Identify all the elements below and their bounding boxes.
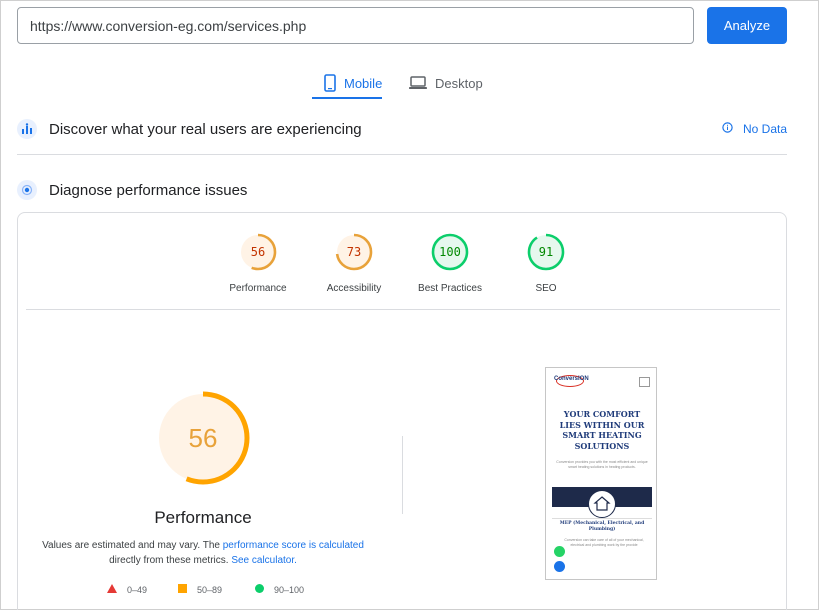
main-performance-score: 56	[188, 422, 218, 453]
circle-icon	[255, 584, 264, 595]
info-icon	[722, 122, 733, 136]
performance-score-link[interactable]: performance score is calculated	[223, 540, 364, 551]
best-practices-gauge[interactable]: 100	[430, 232, 470, 272]
tab-desktop-label: Desktop	[435, 75, 483, 91]
seo-gauge-label: SEO	[535, 283, 557, 294]
url-input[interactable]	[17, 7, 694, 44]
accessibility-gauge-label: Accessibility	[326, 283, 382, 294]
hamburger-menu-icon	[639, 377, 650, 387]
best-practices-score: 100	[439, 245, 461, 259]
discover-section-header: Discover what your real users are experi…	[17, 119, 362, 139]
performance-gauge[interactable]: 56	[238, 232, 278, 272]
triangle-icon	[107, 584, 117, 595]
tab-mobile[interactable]: Mobile	[324, 68, 382, 98]
section-divider	[17, 154, 787, 155]
no-data-status[interactable]: No Data	[722, 122, 787, 136]
mobile-icon	[324, 74, 336, 92]
thumbnail-house-icon	[588, 490, 616, 518]
discover-title: Discover what your real users are experi…	[49, 120, 362, 138]
legend-range-average: 50–89	[197, 584, 223, 595]
analyze-button[interactable]: Analyze	[707, 7, 787, 44]
page-screenshot-thumbnail: ConversION YOUR COMFORT LIES WITHIN OUR …	[545, 367, 657, 580]
square-icon	[178, 584, 187, 595]
main-performance-label: Performance	[154, 508, 252, 527]
tab-desktop[interactable]: Desktop	[409, 68, 483, 98]
desktop-icon	[409, 76, 427, 90]
legend-range-poor: 0–49	[127, 584, 148, 595]
seo-gauge[interactable]: 91	[526, 232, 566, 272]
performance-gauge-label: Performance	[229, 283, 287, 294]
accessibility-gauge[interactable]: 73	[334, 232, 374, 272]
whatsapp-icon	[554, 546, 565, 557]
no-data-label: No Data	[743, 122, 788, 136]
legend-range-good: 90–100	[274, 584, 305, 595]
tab-mobile-label: Mobile	[344, 75, 383, 91]
card-divider	[26, 309, 780, 310]
note-text-before: Values are estimated and may vary. The	[42, 540, 223, 551]
see-calculator-link[interactable]: See calculator.	[231, 555, 297, 566]
thumbnail-logo: ConversION	[554, 376, 589, 382]
diagnose-section-header: Diagnose performance issues	[17, 180, 247, 200]
diagnose-title: Diagnose performance issues	[49, 181, 248, 199]
vertical-divider	[402, 436, 403, 514]
thumbnail-sub-text: Conversion can take care of all of your …	[564, 538, 644, 547]
note-text-middle: directly from these metrics.	[109, 555, 232, 566]
diagnose-icon	[17, 180, 37, 200]
users-chart-icon	[17, 119, 37, 139]
tab-selected-indicator	[312, 97, 382, 99]
thumbnail-intro-text: Conversion provides you with the most ef…	[556, 460, 648, 469]
legend-item-good: 90–100	[255, 584, 304, 595]
best-practices-gauge-label: Best Practices	[418, 283, 482, 294]
main-performance-gauge: 56	[155, 390, 251, 486]
legend-item-poor: 0–49	[107, 584, 147, 595]
thumbnail-heading: YOUR COMFORT LIES WITHIN OUR SMART HEATI…	[559, 409, 645, 451]
thumbnail-subheading: MEP (Mechanical, Electrical, and Plumbin…	[559, 521, 645, 532]
performance-score: 56	[250, 245, 266, 259]
phone-icon	[554, 561, 565, 572]
thumbnail-sub-divider	[552, 518, 652, 519]
accessibility-score: 73	[346, 245, 362, 259]
legend-item-average: 50–89	[178, 584, 222, 595]
seo-score: 91	[538, 245, 554, 259]
score-note: Values are estimated and may vary. The p…	[40, 538, 366, 568]
